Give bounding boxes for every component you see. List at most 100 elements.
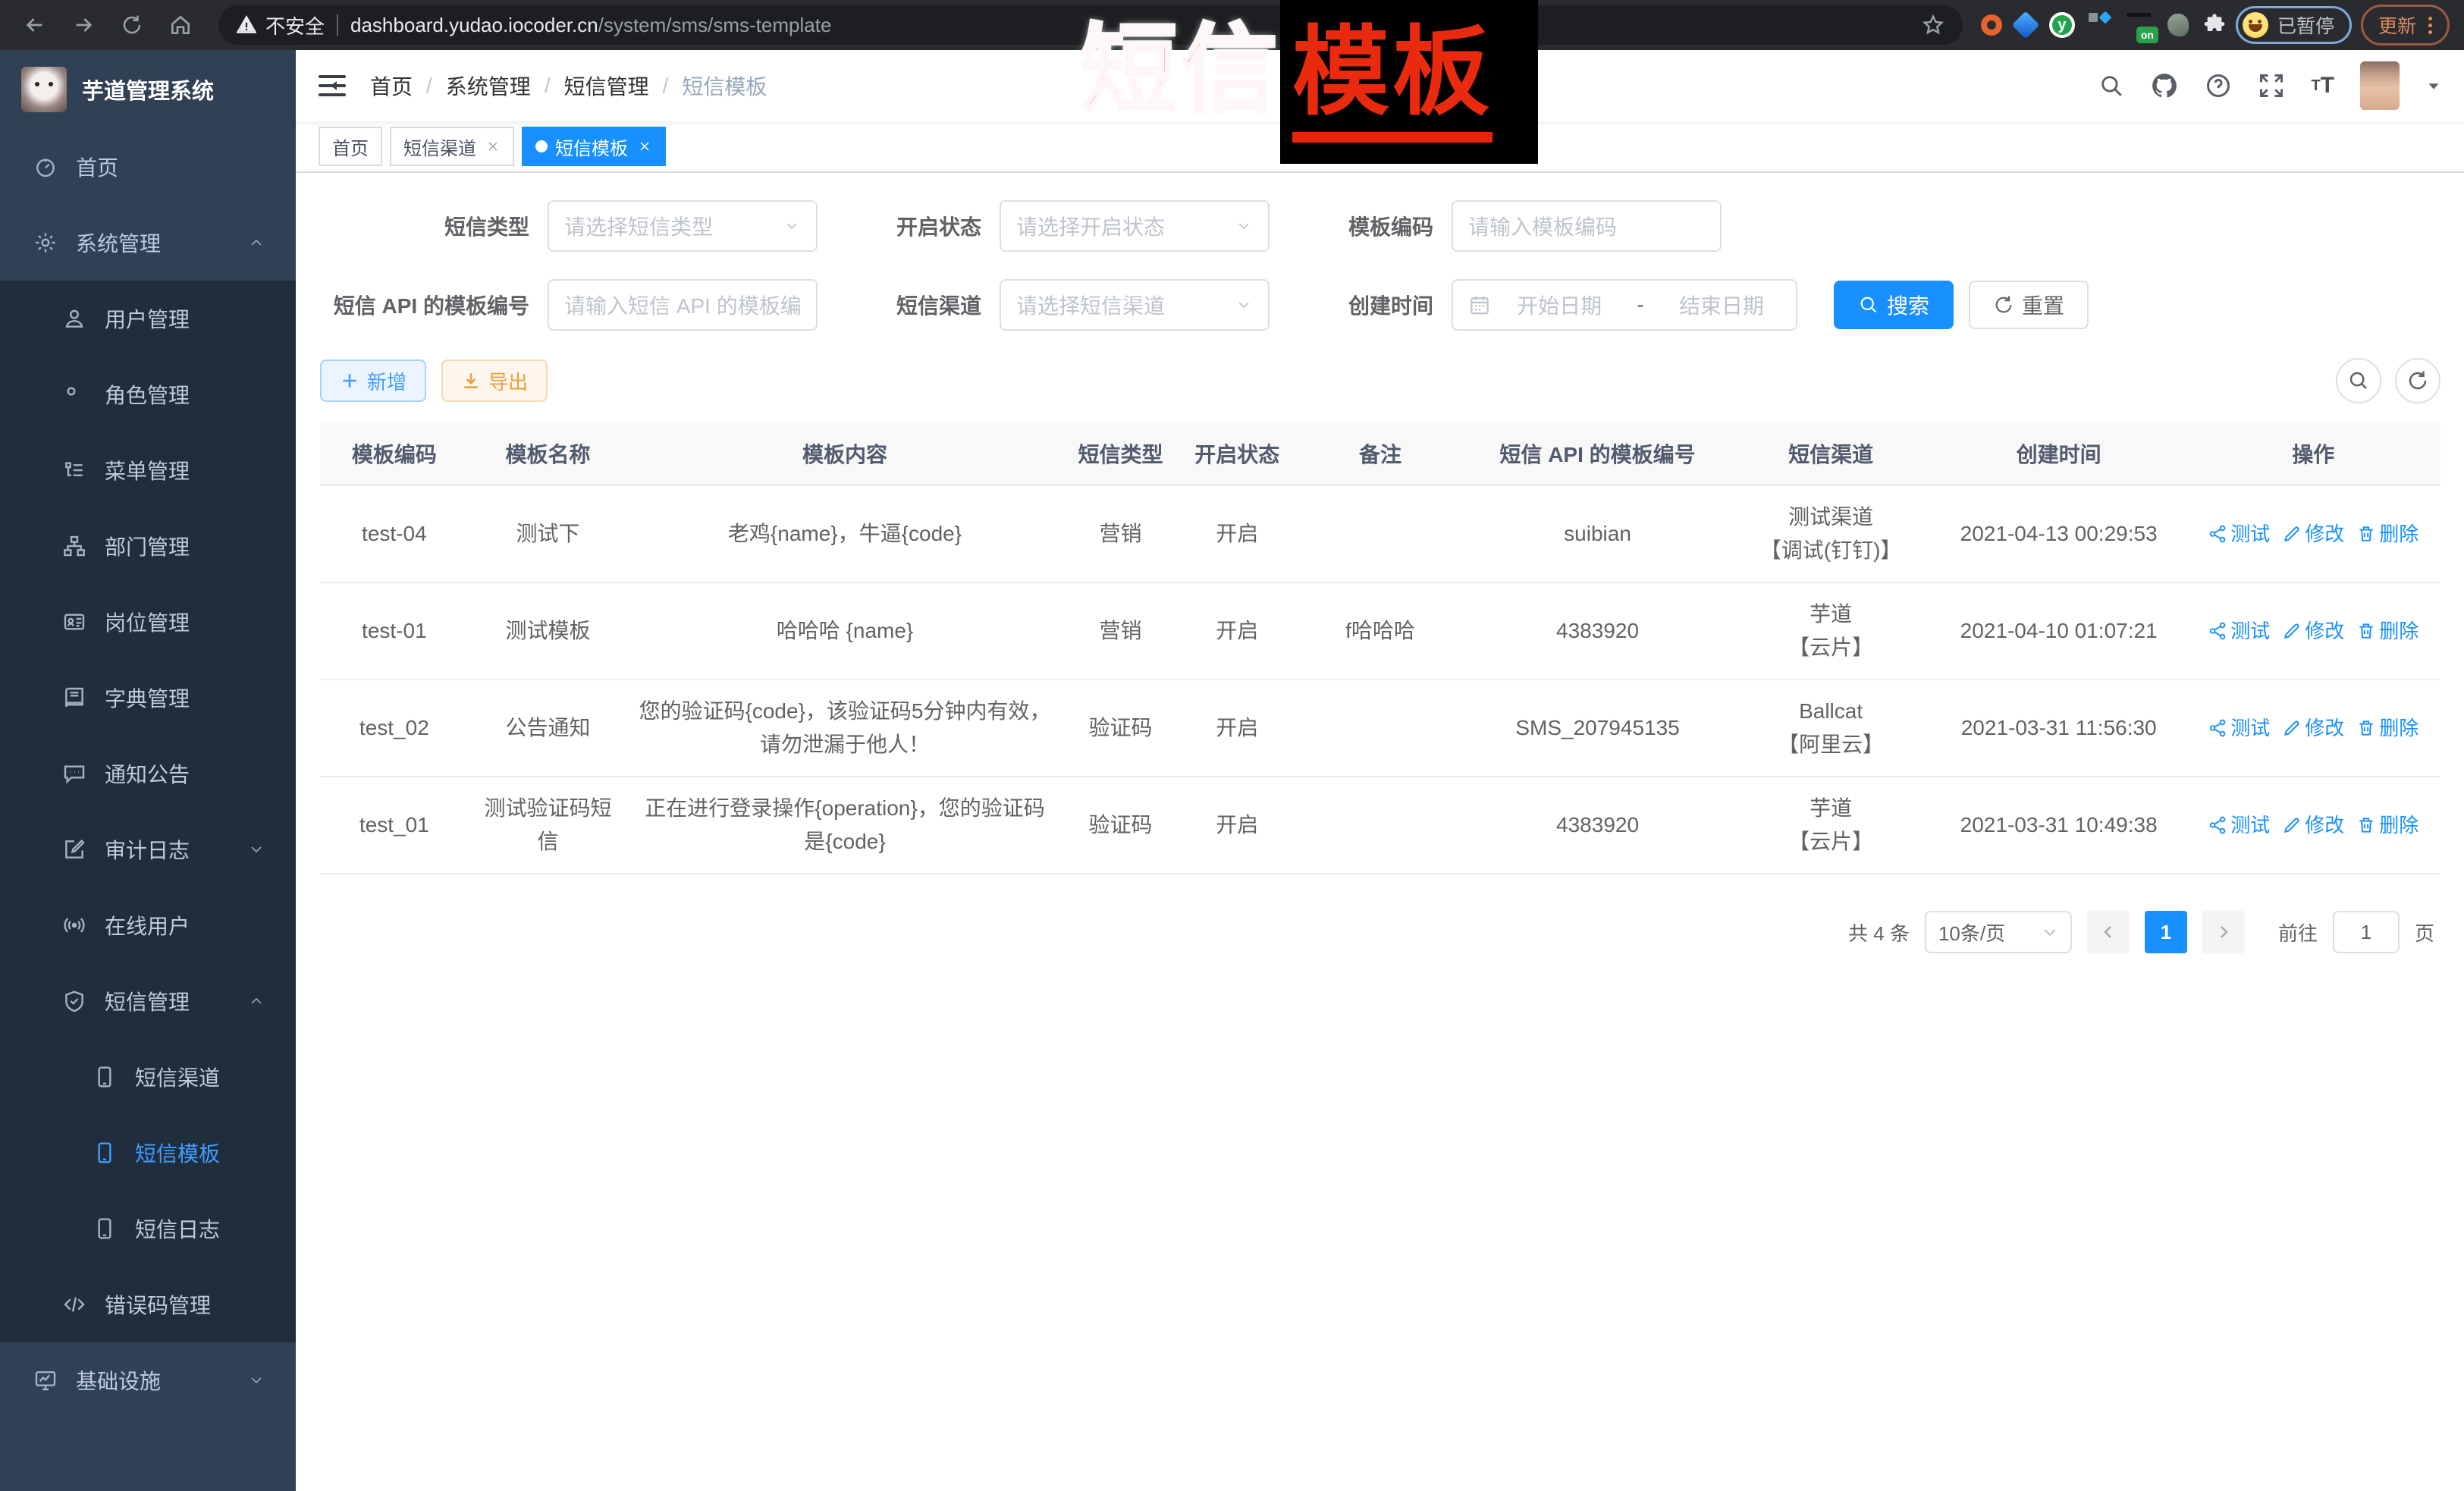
page-size-select[interactable]: 10条/页 — [1925, 911, 2072, 953]
avatar-caret-icon[interactable] — [2425, 77, 2442, 94]
sidebar-item-部门管理[interactable]: 部门管理 — [0, 508, 296, 584]
security-label: 不安全 — [265, 11, 325, 39]
github-icon[interactable] — [2150, 71, 2179, 100]
edit-link[interactable]: 修改 — [2282, 808, 2344, 842]
create-time-input[interactable]: 开始日期-结束日期 — [1452, 279, 1797, 331]
browser-profile-chip[interactable]: 已暂停 — [2236, 6, 2352, 44]
mobile-icon — [93, 1141, 117, 1165]
sidebar-toggle-icon[interactable] — [319, 75, 346, 96]
browser-update-button[interactable]: 更新 — [2361, 5, 2450, 46]
close-icon[interactable] — [485, 139, 501, 154]
breadcrumb-item[interactable]: 短信管理 — [564, 71, 649, 101]
delete-link[interactable]: 删除 — [2356, 808, 2418, 842]
sidebar-item-首页[interactable]: 首页 — [0, 129, 296, 205]
sidebar-item-审计日志[interactable]: 审计日志 — [0, 811, 296, 887]
tag-label: 短信模板 — [555, 133, 628, 160]
sms-type-select[interactable]: 请选择短信类型 — [548, 200, 818, 252]
extensions-puzzle-icon[interactable] — [2202, 13, 2227, 37]
edit-link[interactable]: 修改 — [2282, 614, 2344, 648]
test-link[interactable]: 测试 — [2208, 614, 2270, 648]
table-tools — [2336, 358, 2440, 403]
tab-短信渠道[interactable]: 短信渠道 — [390, 127, 514, 166]
sidebar-item-通知公告[interactable]: 通知公告 — [0, 736, 296, 811]
tab-首页[interactable]: 首页 — [319, 127, 382, 166]
chevron-down-icon — [247, 1371, 265, 1389]
channel-line: 芋道 — [1739, 792, 1923, 825]
url-path: /system/sms/sms-template — [598, 14, 832, 36]
breadcrumb-separator: / — [545, 74, 551, 98]
edit-link[interactable]: 修改 — [2282, 517, 2344, 551]
address-bar[interactable]: 不安全 dashboard.yudao.iocoder.cn/system/sm… — [218, 5, 1963, 45]
extension-gem-icon[interactable] — [2012, 11, 2040, 39]
browser-menu-icon[interactable] — [2428, 17, 2432, 34]
user-avatar[interactable] — [2360, 61, 2400, 110]
cell: 开启 — [1179, 680, 1295, 777]
back-icon[interactable] — [15, 5, 55, 45]
sidebar: 芋道管理系统 首页系统管理用户管理角色管理菜单管理部门管理岗位管理字典管理通知公… — [0, 50, 296, 1491]
test-link[interactable]: 测试 — [2208, 517, 2270, 551]
search-button[interactable]: 搜索 — [1834, 281, 1954, 329]
table-row: test-01测试模板哈哈哈 {name}营销开启f哈哈哈4383920芋道【云… — [320, 582, 2440, 680]
placeholder-text: 请选择短信渠道 — [1016, 290, 1226, 320]
edit-link[interactable]: 修改 — [2282, 711, 2344, 745]
sidebar-item-系统管理[interactable]: 系统管理 — [0, 205, 296, 281]
security-warning[interactable]: 不安全 — [237, 11, 325, 39]
reset-button[interactable]: 重置 — [1969, 281, 2089, 329]
export-button[interactable]: 导出 — [441, 359, 548, 402]
filter-channel: 短信渠道请选择短信渠道 — [860, 279, 1270, 331]
goto-page-input[interactable]: 1 — [2333, 911, 2400, 953]
extension-leaf-icon[interactable] — [2167, 14, 2189, 36]
extension-ring-icon[interactable] — [1981, 14, 2002, 36]
col-模板名称: 模板名称 — [469, 422, 628, 485]
prev-page-button[interactable] — [2087, 911, 2130, 953]
test-link[interactable]: 测试 — [2208, 808, 2270, 842]
next-page-button[interactable] — [2202, 911, 2245, 953]
sidebar-item-短信模板[interactable]: 短信模板 — [0, 1115, 296, 1191]
reload-icon[interactable] — [112, 5, 152, 45]
refresh-button[interactable] — [2395, 358, 2440, 403]
font-size-icon[interactable]: TT — [2311, 73, 2334, 99]
filter-label: 短信类型 — [320, 211, 548, 241]
test-link[interactable]: 测试 — [2208, 711, 2270, 745]
api-template-id-input[interactable]: 请输入短信 API 的模板编 — [548, 279, 818, 331]
home-icon[interactable] — [161, 5, 200, 45]
forward-icon[interactable] — [64, 5, 103, 45]
delete-link[interactable]: 删除 — [2356, 614, 2418, 648]
show-search-button[interactable] — [2336, 358, 2381, 403]
sms-template-table: 模板编码模板名称模板内容短信类型开启状态备注短信 API 的模板编号短信渠道创建… — [320, 422, 2440, 874]
sidebar-item-菜单管理[interactable]: 菜单管理 — [0, 432, 296, 508]
extension-grid-icon[interactable] — [2089, 13, 2113, 37]
template-code-input[interactable]: 请输入模板编码 — [1452, 200, 1722, 252]
chevron-down-icon — [783, 217, 801, 235]
sidebar-item-岗位管理[interactable]: 岗位管理 — [0, 584, 296, 660]
delete-link[interactable]: 删除 — [2356, 517, 2418, 551]
sidebar-item-字典管理[interactable]: 字典管理 — [0, 660, 296, 736]
sidebar-item-角色管理[interactable]: 角色管理 — [0, 356, 296, 432]
sidebar-item-短信日志[interactable]: 短信日志 — [0, 1191, 296, 1267]
page-number-button[interactable]: 1 — [2145, 911, 2187, 953]
header-search-icon[interactable] — [2098, 73, 2124, 99]
help-icon[interactable] — [2205, 72, 2232, 99]
delete-link[interactable]: 删除 — [2356, 711, 2418, 745]
sidebar-item-短信渠道[interactable]: 短信渠道 — [0, 1039, 296, 1115]
add-button[interactable]: 新增 — [320, 359, 426, 402]
sidebar-item-基础设施[interactable]: 基础设施 — [0, 1342, 296, 1418]
book-icon — [62, 686, 86, 710]
breadcrumb-item[interactable]: 系统管理 — [446, 71, 531, 101]
channel-select[interactable]: 请选择短信渠道 — [1000, 279, 1270, 331]
fullscreen-icon[interactable] — [2258, 72, 2285, 99]
sidebar-item-错误码管理[interactable]: 错误码管理 — [0, 1267, 296, 1342]
sidebar-logo[interactable]: 芋道管理系统 — [0, 50, 296, 129]
sidebar-item-label: 在线用户 — [105, 910, 190, 940]
close-icon[interactable] — [637, 139, 652, 154]
bookmark-star-icon[interactable] — [1922, 14, 1945, 36]
sidebar-item-在线用户[interactable]: 在线用户 — [0, 887, 296, 963]
sidebar-item-用户管理[interactable]: 用户管理 — [0, 281, 296, 356]
sidebar-item-短信管理[interactable]: 短信管理 — [0, 963, 296, 1039]
channel-line: 【阿里云】 — [1739, 728, 1923, 761]
status-select[interactable]: 请选择开启状态 — [1000, 200, 1270, 252]
extension-list-icon[interactable]: on — [2127, 13, 2154, 37]
breadcrumb-item[interactable]: 首页 — [370, 71, 413, 101]
extension-y-icon[interactable]: y — [2049, 12, 2075, 38]
tab-短信模板[interactable]: 短信模板 — [522, 127, 666, 166]
